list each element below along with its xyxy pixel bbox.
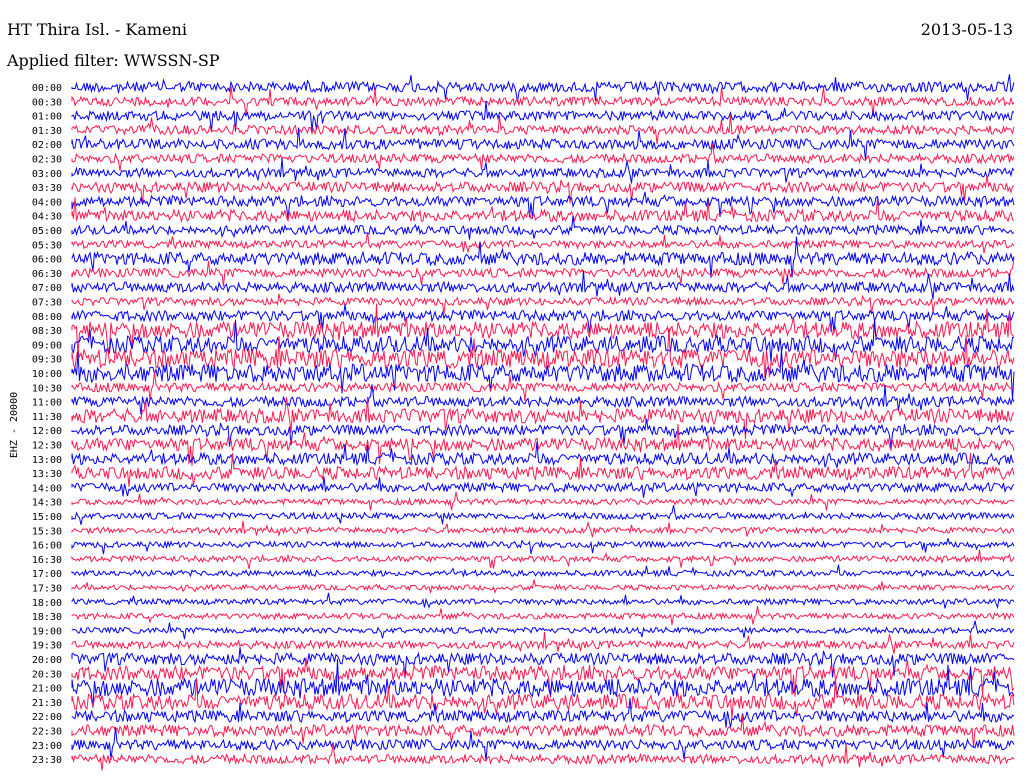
tick-label: 15:30 [32,526,62,537]
tick-label: 09:30 [32,355,62,366]
tick-label: 10:30 [32,383,62,394]
tick-label: 18:00 [32,598,62,609]
tick-label: 22:00 [32,712,62,723]
tick-label: 15:00 [32,512,62,523]
trace-line [71,476,1015,498]
tick-label: 03:30 [32,183,62,194]
trace-line [71,592,1015,610]
trace-line [71,293,1015,315]
tick-label: 06:30 [32,269,62,280]
tick-label: 14:30 [32,498,62,509]
tick-label: 12:00 [32,426,62,437]
tick-label: 10:00 [32,369,62,380]
tick-label: 12:30 [32,441,62,452]
trace-line [71,491,1015,511]
trace-line [71,270,1015,300]
tick-label: 09:00 [32,340,62,351]
tick-label: 19:30 [32,641,62,652]
trace-line [71,520,1015,538]
trace-line [71,384,1015,415]
trace-line [71,418,1015,448]
tick-label: 21:00 [32,684,62,695]
tick-label: 04:00 [32,197,62,208]
tick-label: 00:30 [32,97,62,108]
tick-label: 19:00 [32,626,62,637]
tick-label: 11:00 [32,398,62,409]
tick-label: 00:00 [32,83,62,94]
trace-line [71,505,1015,525]
y-axis-label: EHZ - 20000 [9,392,20,458]
tick-label: 13:00 [32,455,62,466]
tick-label: 23:30 [32,755,62,766]
tick-label: 05:30 [32,240,62,251]
trace-line [71,564,1015,578]
tick-label: 02:00 [32,140,62,151]
tick-label: 01:30 [32,126,62,137]
tick-label: 08:00 [32,312,62,323]
tick-label: 05:00 [32,226,62,237]
trace-line [71,606,1015,625]
trace-line [71,158,1015,184]
trace-line [71,232,1015,254]
trace-line [71,74,1015,103]
tick-label: 13:30 [32,469,62,480]
tick-label: 07:30 [32,298,62,309]
tick-label: 16:30 [32,555,62,566]
traces [71,74,1015,771]
trace-line [71,698,1015,728]
tick-label: 17:30 [32,584,62,595]
trace-line [71,538,1015,555]
trace-line [71,216,1015,240]
trace-line [71,632,1015,654]
tick-label: 17:00 [32,569,62,580]
helicorder-plot: EHZ - 20000 00:00 00:30 01:00 01:30 02:00 02:… [9,74,1015,771]
trace-line [71,143,1015,171]
trace-line [71,549,1015,569]
tick-label: 06:00 [32,255,62,266]
trace-line [71,579,1015,594]
tick-label: 02:30 [32,155,62,166]
tick-label: 14:00 [32,483,62,494]
time-tick-labels: 00:00 00:30 01:00 01:30 02:00 02:30 03:00 03:30… [32,83,62,766]
tick-label: 08:30 [32,326,62,337]
trace-line [71,620,1015,640]
tick-label: 20:00 [32,655,62,666]
tick-label: 23:00 [32,741,62,752]
tick-label: 18:30 [32,612,62,623]
tick-label: 16:00 [32,541,62,552]
tick-label: 21:30 [32,698,62,709]
tick-label: 22:30 [32,727,62,738]
trace-line [71,197,1015,224]
tick-label: 20:30 [32,669,62,680]
tick-label: 03:00 [32,169,62,180]
tick-label: 04:30 [32,212,62,223]
tick-label: 11:30 [32,412,62,423]
trace-line [71,303,1015,356]
tick-label: 07:00 [32,283,62,294]
tick-label: 01:00 [32,112,62,123]
trace-line [71,658,1015,708]
trace-line [71,127,1015,160]
